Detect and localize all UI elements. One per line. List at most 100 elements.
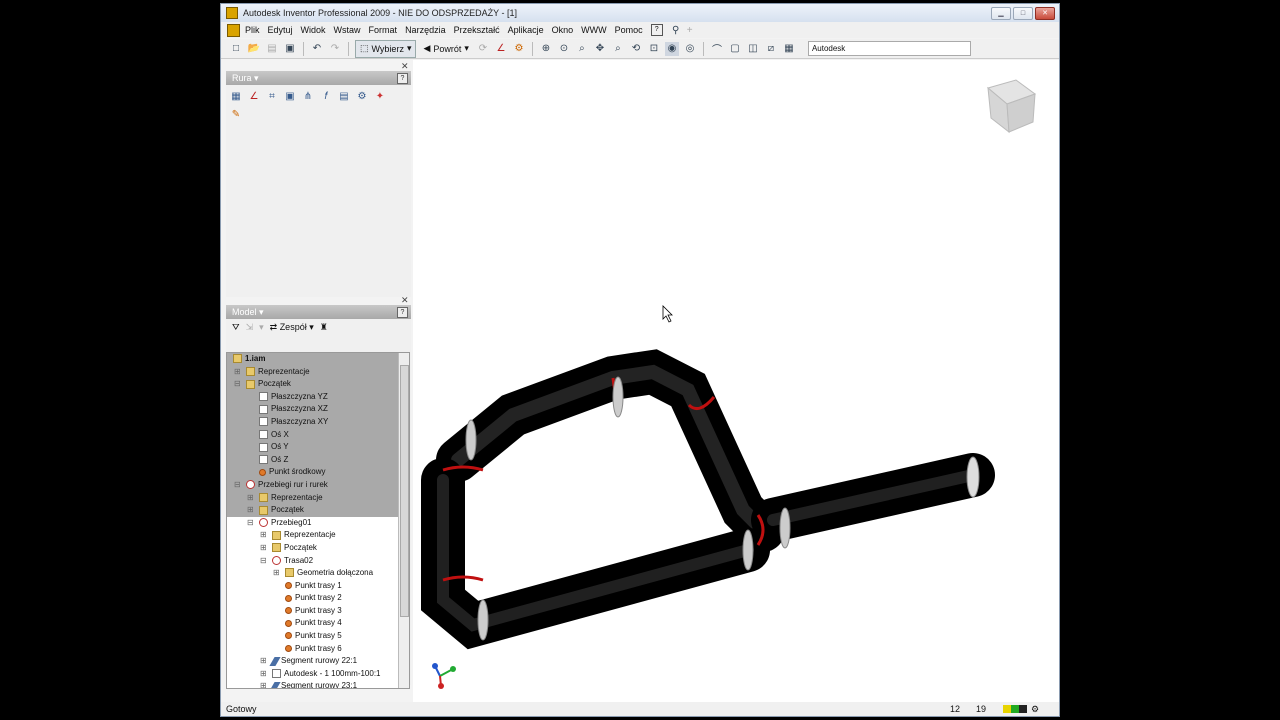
graphics-viewport[interactable] [413, 60, 1059, 702]
populate-icon[interactable]: ⌗ [266, 91, 278, 103]
search-field[interactable]: Autodesk [807, 41, 971, 56]
style-icon[interactable]: ▤ [338, 91, 350, 103]
tree-item[interactable]: Punkt trasy 6 [227, 643, 409, 656]
projects-icon[interactable]: ▤ [265, 42, 279, 56]
new-icon[interactable]: □ [229, 42, 243, 56]
tree-item[interactable]: Punkt trasy 5 [227, 630, 409, 643]
menu-okno[interactable]: Okno [552, 25, 574, 35]
menu-narzedzia[interactable]: Narzędzia [405, 25, 446, 35]
tree-item[interactable]: Punkt trasy 4 [227, 617, 409, 630]
tree-item[interactable]: Punkt trasy 3 [227, 605, 409, 618]
tree-item[interactable]: Punkt trasy 1 [227, 580, 409, 593]
tree-item[interactable]: ⊞ Reprezentacje [227, 491, 409, 505]
camera-icon[interactable]: ▢ [728, 42, 742, 56]
model-panel-header[interactable]: Model ▾? [226, 305, 411, 319]
chevron-down-icon[interactable]: ▾ [407, 43, 412, 54]
expand-icon[interactable]: ⇲ [246, 322, 254, 333]
menu-format[interactable]: Format [369, 25, 398, 35]
section-view-icon[interactable]: ⧄ [764, 42, 778, 56]
help-icon[interactable]: ? [650, 24, 663, 36]
expand-icon[interactable]: ⊞ [260, 542, 267, 555]
settings-icon[interactable]: ⚙ [356, 91, 368, 103]
tree-item[interactable]: Oś Y [227, 441, 409, 454]
tree-item[interactable]: Punkt środkowy [227, 466, 409, 479]
tree-item[interactable]: ⊞ Reprezentacje [227, 529, 409, 542]
zoom-icon[interactable]: ⌕ [575, 42, 589, 56]
new-route-icon[interactable]: ∠ [248, 91, 260, 103]
zoom-selected-icon[interactable]: ⌕ [611, 42, 625, 56]
collapse-icon[interactable]: ⊟ [260, 555, 267, 568]
binoculars-icon[interactable]: ♜ [320, 322, 328, 333]
connect-icon[interactable]: ⋔ [302, 91, 314, 103]
tree-item[interactable]: ⊞ Początek [227, 504, 409, 517]
menu-aplikacje[interactable]: Aplikacje [508, 25, 544, 35]
ground-shadow-icon[interactable]: ◫ [746, 42, 760, 56]
fitting-icon[interactable]: ▣ [284, 91, 296, 103]
view-cube-icon[interactable] [986, 79, 1037, 134]
menu-widok[interactable]: Widok [301, 25, 326, 35]
route-icon[interactable]: ▦ [230, 91, 242, 103]
bom-icon[interactable]: ✎ [230, 109, 242, 121]
tree-item[interactable]: ⊞ Reprezentacje [227, 365, 409, 379]
rura-panel-header[interactable]: Rura ▾? [226, 71, 411, 85]
tree-item[interactable]: ⊟ Przebieg01 [227, 517, 409, 530]
tree-item[interactable]: ⊞ Początek [227, 542, 409, 555]
expand-icon[interactable]: ⊞ [260, 655, 267, 668]
hidden-edge-icon[interactable]: ◎ [683, 42, 697, 56]
collapse-icon[interactable]: ⊟ [234, 378, 241, 391]
pan-icon[interactable]: ✥ [593, 42, 607, 56]
tree-item[interactable]: Oś Z [227, 453, 409, 467]
tree-item[interactable]: Oś X [227, 428, 409, 442]
function-icon[interactable]: 𝑓 [320, 91, 332, 103]
update-icon[interactable]: ⟳ [476, 42, 490, 56]
menu-pomoc[interactable]: Pomoc [615, 25, 643, 35]
tree-item[interactable]: 1.iam [227, 353, 409, 366]
pin-icon[interactable]: ⚲ [669, 23, 683, 37]
tree-item[interactable]: ⊞ Geometria dołączona [227, 567, 409, 580]
collapse-icon[interactable]: ⊟ [234, 479, 241, 492]
tree-item[interactable]: Punkt trasy 2 [227, 592, 409, 605]
menu-plik[interactable]: Plik [245, 25, 260, 35]
assembly-dropdown[interactable]: ⇄ Zespół ▾ [270, 322, 314, 333]
views-icon[interactable]: ▦ [782, 42, 796, 56]
expand-icon[interactable]: ⊞ [234, 366, 241, 379]
settings-icon[interactable]: ⚙ [1031, 702, 1039, 716]
select-button[interactable]: ⬚ Wybierz ▾ [355, 39, 417, 58]
tree-item[interactable]: ⊞ Autodesk - 1 100mm-100:1 [227, 668, 409, 681]
tree-item[interactable]: ⊟ Przebiegi rur i rurek [227, 478, 409, 492]
light-icon[interactable]: ⌒ [710, 42, 724, 56]
save-icon[interactable]: ▣ [283, 42, 297, 56]
tree-item[interactable]: ⊟ Trasa02 [227, 555, 409, 568]
menu-przeksztalc[interactable]: Przekształć [454, 25, 500, 35]
tree-item[interactable]: ⊟ Początek [227, 378, 409, 391]
minimize-button[interactable]: ▁ [991, 7, 1011, 20]
back-button[interactable]: ◀ Powrót ▾ [420, 43, 471, 54]
collapse-icon[interactable]: ⊟ [247, 517, 254, 530]
orbit-icon[interactable]: ⟲ [629, 42, 643, 56]
menu-www[interactable]: WWW [581, 25, 606, 35]
chevron-down-icon[interactable]: ▾ [259, 322, 264, 333]
shaded-display-icon[interactable]: ◉ [664, 41, 679, 56]
zoom-window-icon[interactable]: ⊙ [557, 42, 571, 56]
maximize-button[interactable]: □ [1013, 7, 1033, 20]
filter-icon[interactable]: ⛛ [232, 322, 240, 333]
expand-icon[interactable]: ⊞ [260, 529, 267, 542]
expand-icon[interactable]: ⊞ [260, 668, 267, 681]
menu-edytuj[interactable]: Edytuj [268, 25, 293, 35]
add-icon[interactable]: + [683, 23, 697, 37]
expand-icon[interactable]: ⊞ [260, 680, 267, 688]
tree-scrollbar[interactable] [398, 353, 409, 688]
help-icon[interactable]: ? [397, 307, 408, 318]
tree-item[interactable]: ⊞ Segment rurowy 22:1 [227, 655, 409, 668]
expand-icon[interactable]: ⊞ [247, 492, 254, 505]
tools-icon[interactable]: ✦ [374, 91, 386, 103]
chevron-down-icon[interactable]: ▾ [464, 43, 469, 54]
sketch-icon[interactable]: ∠ [494, 42, 508, 56]
tree-item[interactable]: Płaszczyzna XZ [227, 403, 409, 416]
redo-icon[interactable]: ↷ [328, 42, 342, 56]
help-icon[interactable]: ? [397, 73, 408, 84]
undo-icon[interactable]: ↶ [310, 42, 324, 56]
look-at-icon[interactable]: ⊡ [647, 42, 661, 56]
tree-item[interactable]: Płaszczyzna XY [227, 415, 409, 429]
zoom-all-icon[interactable]: ⊕ [539, 42, 553, 56]
